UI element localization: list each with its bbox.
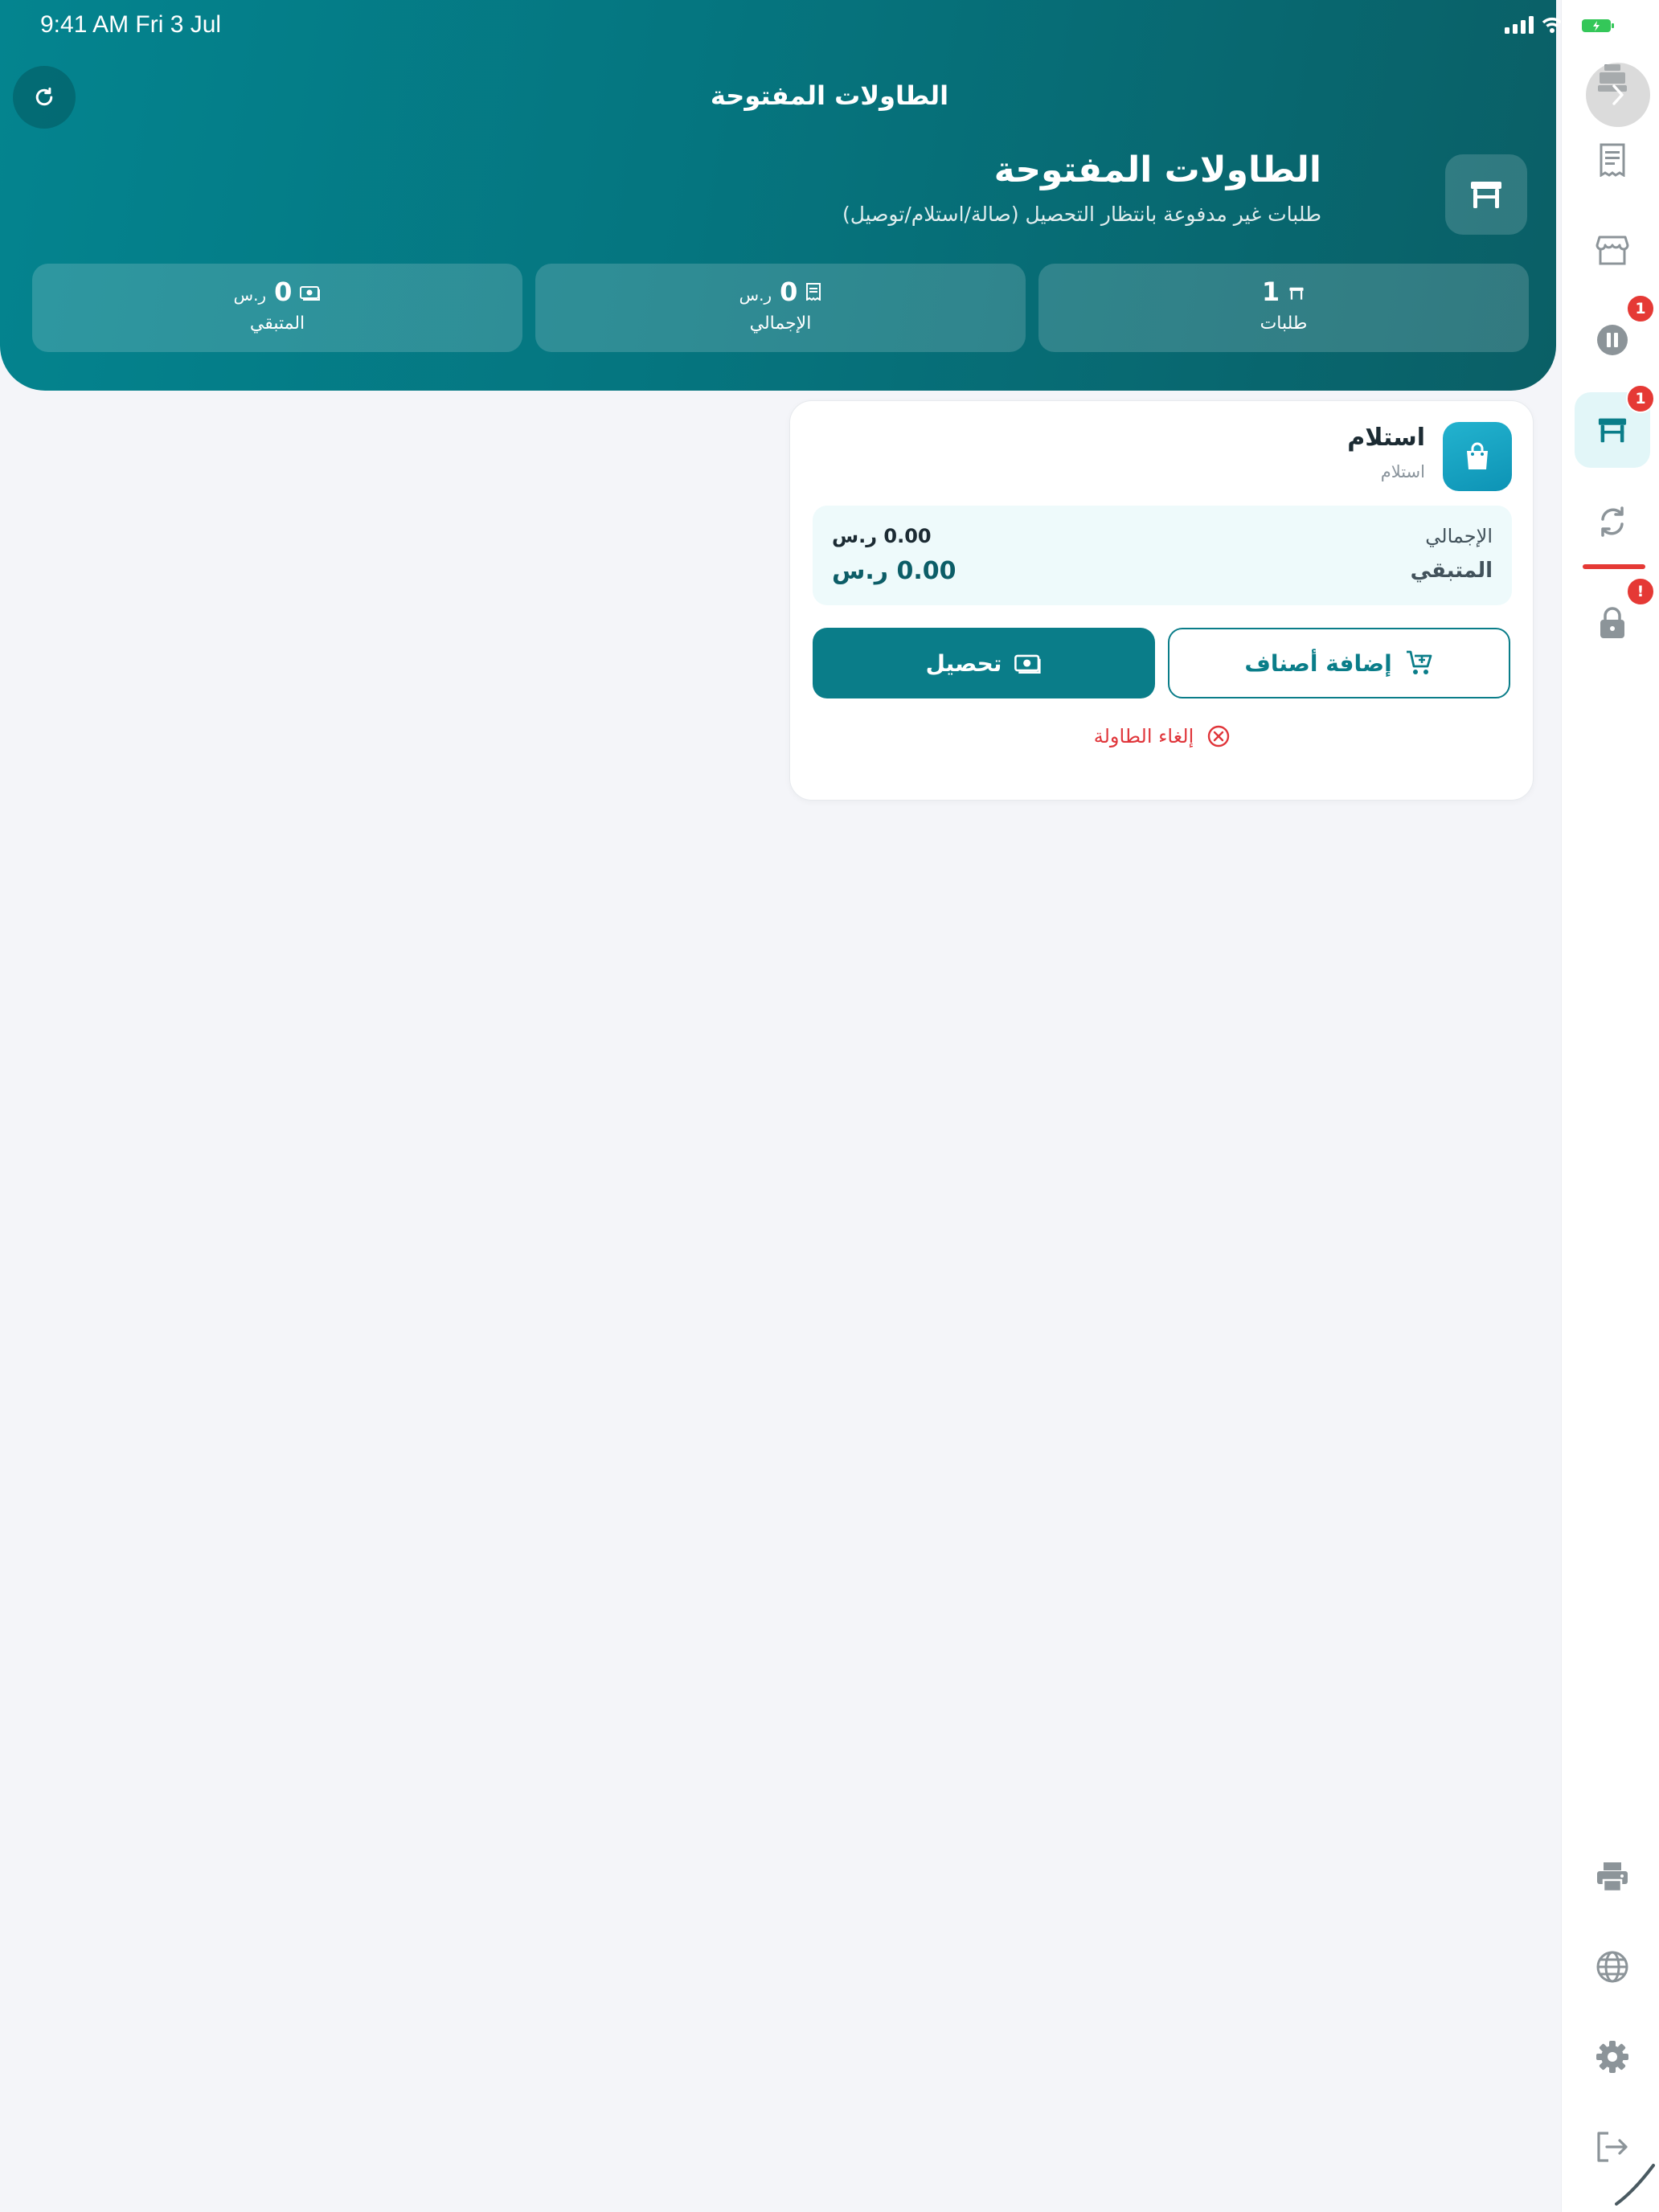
sidebar-item-printer[interactable] [1575, 1839, 1650, 1915]
hero-icon-box [1445, 154, 1527, 235]
stat-orders-label: طلبات [1260, 313, 1308, 334]
total-label: الإجمالي [1425, 525, 1493, 547]
lock-badge: ! [1626, 577, 1655, 606]
add-to-cart-icon [1406, 650, 1432, 674]
table-icon [1471, 182, 1501, 208]
receipt-list-icon [1600, 143, 1625, 177]
held-orders-badge: 1 [1626, 294, 1655, 323]
cancel-table-label: إلغاء الطاولة [1093, 725, 1194, 748]
remaining-label: المتبقي [1410, 559, 1493, 583]
wifi-icon [1542, 17, 1563, 33]
stats-row: 1 طلبات 0 ر.س الإجمالي 0 ر.س المتبقي [32, 264, 1529, 352]
collapse-sidebar-button[interactable] [1586, 63, 1650, 127]
store-icon [1596, 236, 1629, 265]
sidebar-item-open-tables[interactable]: 1 [1575, 384, 1655, 468]
sidebar-item-language[interactable] [1575, 1929, 1650, 2005]
total-value: 0.00 ر.س [832, 525, 932, 547]
pencil-stroke-icon [1615, 2164, 1655, 2206]
settings-icon [1596, 2041, 1628, 2073]
globe-icon [1596, 1951, 1628, 1983]
order-title: استلام [1347, 424, 1425, 452]
sidebar-item-held-orders[interactable]: 1 [1575, 294, 1655, 378]
status-icons [1505, 16, 1563, 34]
cash-icon [1014, 654, 1041, 674]
sidebar-item-orders[interactable] [1575, 122, 1650, 198]
nav-title: الطاولات المفتوحة [710, 80, 949, 111]
pause-icon [1597, 325, 1628, 355]
table-icon [1598, 418, 1627, 443]
receipt-icon [806, 283, 821, 301]
add-items-label: إضافة أصناف [1244, 649, 1392, 677]
stat-total-unit: ر.س [739, 285, 772, 305]
stat-remaining-value: 0 [274, 276, 293, 307]
status-time: 9:41 AM Fri 3 Jul [40, 11, 222, 38]
sidebar: 1 1 ! [1561, 0, 1659, 2212]
collect-label: تحصيل [925, 649, 1002, 677]
sidebar-item-settings[interactable] [1575, 2019, 1650, 2095]
page-title: الطاولات المفتوحة [993, 150, 1321, 190]
open-tables-badge: 1 [1626, 384, 1655, 413]
order-totals: الإجمالي المتبقي 0.00 ر.س 0.00 ر.س [813, 506, 1512, 605]
order-type-icon-box [1443, 422, 1512, 491]
stat-remaining-label: المتبقي [249, 313, 305, 334]
order-subtitle: استلام [1380, 462, 1425, 481]
sidebar-item-lock[interactable]: ! [1575, 577, 1655, 661]
cash-icon [300, 286, 321, 301]
page-subtitle: طلبات غير مدفوعة بانتظار التحصيل (صالة/ا… [842, 203, 1321, 226]
order-card[interactable]: استلام استلام الإجمالي المتبقي 0.00 ر.س … [789, 400, 1534, 801]
remaining-value: 0.00 ر.س [832, 557, 956, 585]
cancel-circle-icon [1208, 725, 1230, 748]
stat-orders-value: 1 [1261, 276, 1280, 307]
stat-total: 0 ر.س الإجمالي [535, 264, 1026, 352]
printer-icon [1597, 1862, 1628, 1893]
lock-icon [1600, 607, 1624, 638]
cellular-signal-icon [1505, 16, 1534, 34]
chevron-right-icon [1612, 84, 1624, 105]
stat-total-value: 0 [780, 276, 798, 307]
stat-orders: 1 طلبات [1038, 264, 1529, 352]
table-icon [1289, 287, 1304, 300]
cancel-table-button[interactable]: إلغاء الطاولة [790, 724, 1534, 748]
sidebar-item-store[interactable] [1575, 212, 1650, 288]
collect-button[interactable]: تحصيل [813, 628, 1155, 698]
sync-icon [1601, 506, 1624, 537]
page-header: 9:41 AM Fri 3 Jul الطاولات المفتوحة الطا… [0, 0, 1563, 391]
stat-total-label: الإجمالي [749, 313, 812, 334]
add-items-button[interactable]: إضافة أصناف [1168, 628, 1510, 698]
shopping-bag-icon [1467, 442, 1488, 469]
stat-remaining: 0 ر.س المتبقي [32, 264, 522, 352]
logout-icon [1597, 2132, 1628, 2162]
battery-icon [1581, 18, 1615, 34]
stat-remaining-unit: ر.س [233, 285, 267, 305]
sync-status-bar [1583, 564, 1645, 569]
sidebar-item-sync[interactable] [1575, 484, 1650, 559]
